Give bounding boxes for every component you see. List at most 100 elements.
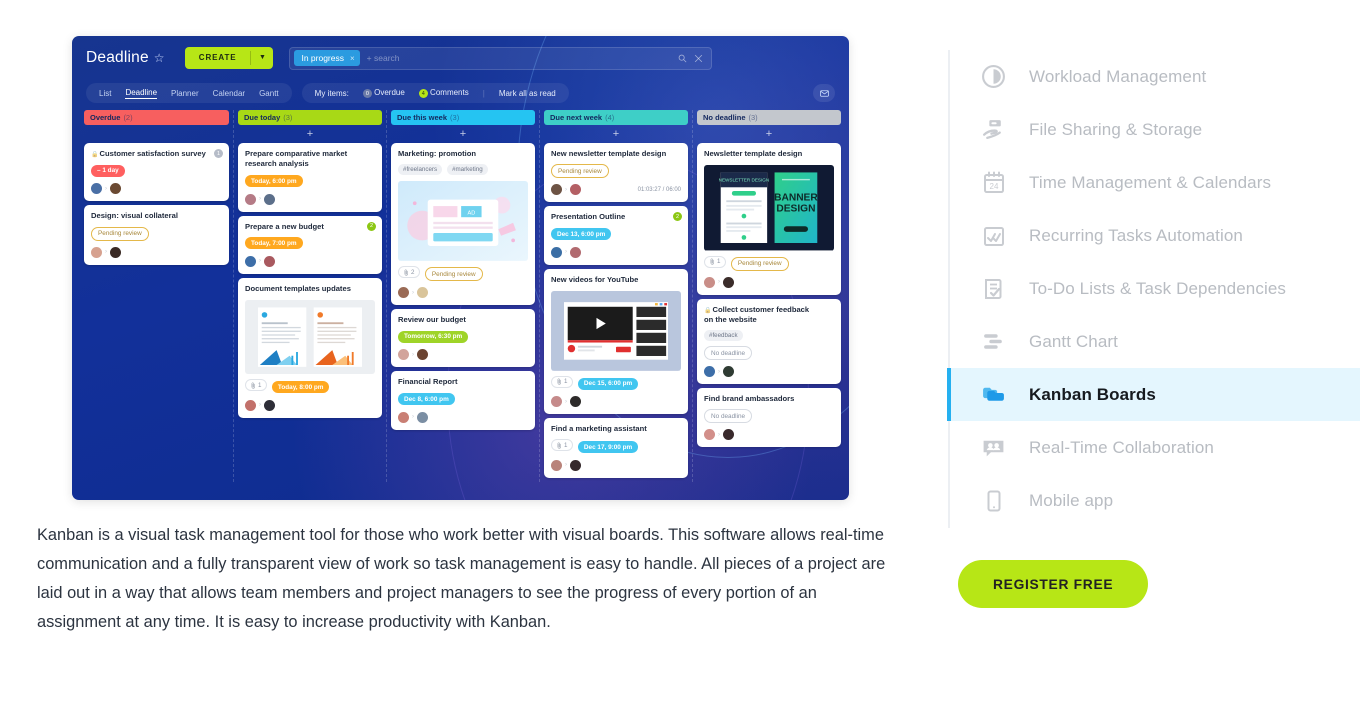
star-icon[interactable]: ☆: [154, 51, 165, 65]
card-tag[interactable]: #freelancers: [398, 164, 443, 176]
mail-icon[interactable]: [813, 84, 835, 102]
avatar[interactable]: [91, 246, 102, 258]
avatar[interactable]: [110, 246, 121, 258]
avatar[interactable]: [264, 193, 275, 205]
kanban-card[interactable]: Document templates updates 1 Today, 8:00…: [238, 277, 382, 418]
card-attachment-count: 1: [704, 255, 727, 268]
sidebar-item-recurring-tasks-automation[interactable]: Recurring Tasks Automation: [948, 209, 1360, 262]
sidebar-item-mobile-app[interactable]: Mobile app: [948, 474, 1360, 527]
kanban-card[interactable]: Review our budget Tomorrow, 6:30 pm ›: [391, 309, 535, 368]
avatar[interactable]: [245, 255, 256, 267]
file-sharing-icon: [980, 116, 1007, 143]
avatar[interactable]: [551, 184, 562, 196]
avatar[interactable]: [551, 459, 562, 471]
avatar[interactable]: [570, 396, 581, 408]
avatar[interactable]: [110, 183, 121, 195]
kanban-card[interactable]: 1 🔒Customer satisfaction survey – 1 day …: [84, 143, 229, 202]
filter-chip-in-progress[interactable]: In progress ×: [294, 50, 360, 66]
avatar[interactable]: [570, 246, 581, 258]
chevron-right-icon: ›: [718, 431, 720, 438]
tab-gantt[interactable]: Gantt: [259, 89, 279, 98]
card-status-badge: Pending review: [424, 267, 483, 282]
chevron-right-icon: ›: [412, 289, 414, 296]
avatar[interactable]: [704, 429, 715, 441]
card-due-badge: Today, 8:00 pm: [271, 381, 330, 394]
avatar[interactable]: [398, 349, 409, 361]
avatar[interactable]: [723, 276, 734, 288]
card-due-badge: No deadline: [704, 409, 753, 424]
sidebar-item-real-time-collaboration[interactable]: Real-Time Collaboration: [948, 421, 1360, 474]
kanban-card[interactable]: 2 Prepare a new budget Today, 7:00 pm ›: [238, 215, 382, 274]
card-tag[interactable]: #feedback: [704, 330, 743, 342]
avatar[interactable]: [723, 429, 734, 441]
feature-description: Kanban is a visual task management tool …: [37, 526, 886, 631]
add-card-button[interactable]: +: [697, 125, 841, 143]
card-badge: 1: [214, 149, 223, 158]
add-card-button[interactable]: +: [391, 125, 535, 143]
clear-search-icon[interactable]: [694, 54, 703, 63]
tab-list[interactable]: List: [99, 89, 111, 98]
avatar[interactable]: [398, 287, 409, 299]
avatar[interactable]: [398, 411, 409, 423]
register-free-button[interactable]: REGISTER FREE: [958, 560, 1149, 608]
close-icon[interactable]: ×: [350, 54, 355, 63]
kanban-card[interactable]: New newsletter template design Pending r…: [544, 143, 688, 203]
avatar[interactable]: [417, 349, 428, 361]
avatar[interactable]: [264, 399, 275, 411]
kanban-card[interactable]: 2 Presentation Outline Dec 13, 6:00 pm ›: [544, 206, 688, 265]
kanban-card[interactable]: Find brand ambassadors No deadline ›: [697, 388, 841, 448]
avatar[interactable]: [245, 399, 256, 411]
tab-calendar[interactable]: Calendar: [213, 89, 245, 98]
avatar[interactable]: [91, 183, 102, 195]
tab-deadline[interactable]: Deadline: [125, 88, 158, 99]
filter-comments[interactable]: 4 Comments: [418, 88, 469, 99]
avatar[interactable]: [704, 276, 715, 288]
column-header: No deadline (3): [697, 110, 841, 125]
card-title: Design: visual collateral: [91, 211, 178, 221]
avatar[interactable]: [245, 193, 256, 205]
mark-all-as-read-button[interactable]: Mark all as read: [499, 89, 556, 98]
avatar[interactable]: [264, 255, 275, 267]
kanban-card[interactable]: Prepare comparative market research anal…: [238, 143, 382, 212]
sidebar-item-kanban-boards[interactable]: Kanban Boards: [947, 368, 1360, 421]
kanban-card[interactable]: Find a marketing assistant 1 Dec 17, 9:0…: [544, 418, 688, 478]
filter-overdue[interactable]: 0 Overdue: [362, 88, 405, 99]
search-icon[interactable]: [678, 54, 687, 63]
avatar[interactable]: [417, 411, 428, 423]
create-button[interactable]: CREATE: [185, 47, 251, 69]
sidebar-item-time-management-calendars[interactable]: 24 Time Management & Calendars: [948, 156, 1360, 209]
tab-planner[interactable]: Planner: [171, 89, 199, 98]
avatar[interactable]: [570, 459, 581, 471]
filter-chip-label: In progress: [301, 53, 344, 63]
card-attachment-count: 1: [551, 375, 574, 388]
avatar[interactable]: [570, 184, 581, 196]
card-due-badge: No deadline: [704, 346, 753, 361]
card-tag[interactable]: #marketing: [447, 164, 488, 176]
avatar[interactable]: [417, 287, 428, 299]
add-card-button[interactable]: +: [238, 125, 382, 143]
card-title: Find a marketing assistant: [551, 424, 647, 434]
create-button-group[interactable]: CREATE ▼: [184, 47, 274, 69]
kanban-card[interactable]: Newsletter template design NEWSLETTER DE…: [697, 143, 841, 295]
sidebar-item-file-sharing-storage[interactable]: File Sharing & Storage: [948, 103, 1360, 156]
kanban-card[interactable]: 🔒Collect customer feedback on the websit…: [697, 298, 841, 385]
kanban-card[interactable]: New videos for YouTube 1 Dec 15, 6:00 pm…: [544, 268, 688, 415]
avatar[interactable]: [551, 396, 562, 408]
search-input[interactable]: + search: [367, 53, 679, 63]
sidebar-item-todo-lists-task-dependencies[interactable]: To-Do Lists & Task Dependencies: [948, 262, 1360, 315]
avatar[interactable]: [704, 366, 715, 378]
card-title: New videos for YouTube: [551, 274, 639, 284]
column-header: Due today (3): [238, 110, 382, 125]
chevron-right-icon: ›: [105, 249, 107, 255]
kanban-card[interactable]: Marketing: promotion #freelancers #marke…: [391, 143, 535, 306]
avatar[interactable]: [551, 246, 562, 258]
card-attachment-count: 2: [398, 266, 421, 279]
kanban-card[interactable]: Design: visual collateral Pending review…: [84, 205, 229, 265]
avatar[interactable]: [723, 366, 734, 378]
chevron-down-icon[interactable]: ▼: [251, 47, 273, 69]
kanban-card[interactable]: Financial Report Dec 8, 6:00 pm ›: [391, 371, 535, 430]
sidebar-item-gantt-chart[interactable]: Gantt Chart: [948, 315, 1360, 368]
search-bar[interactable]: In progress × + search: [289, 46, 713, 70]
add-card-button[interactable]: +: [544, 125, 688, 143]
sidebar-item-workload-management[interactable]: Workload Management: [948, 50, 1360, 103]
